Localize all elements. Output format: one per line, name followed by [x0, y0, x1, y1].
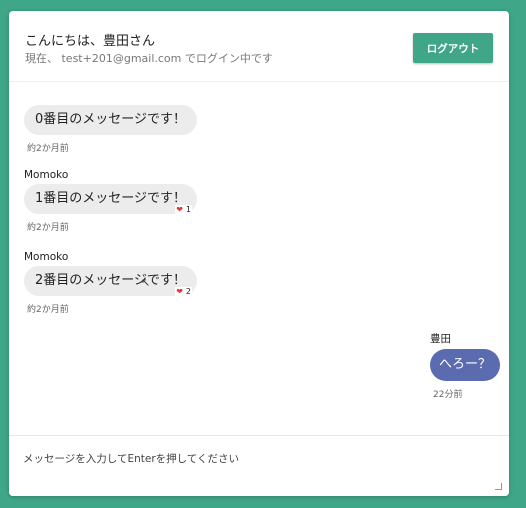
message-item: Momoko 2番目のメッセージです！ ❤ 2 約2か月前: [24, 251, 198, 315]
message-text: 1番目のメッセージです！: [35, 191, 187, 206]
message-time: 約2か月前: [27, 144, 69, 154]
like-count: 2: [185, 287, 192, 296]
like-badge[interactable]: ❤ 1: [175, 205, 193, 215]
message-time: 約2か月前: [27, 223, 69, 233]
greeting-text: こんにちは、豊田さん: [25, 34, 156, 49]
like-badge[interactable]: ❤ 2: [175, 287, 193, 297]
chat-card: こんにちは、豊田さん 現在、 test+201@gmail.com でログイン中…: [9, 11, 509, 496]
logout-button[interactable]: ログアウト: [413, 33, 493, 63]
message-bubble: 0番目のメッセージです！: [24, 105, 198, 135]
message-text: へろー？: [439, 357, 492, 372]
composer: [9, 435, 509, 496]
message-sender: 豊田: [430, 333, 451, 345]
message-bubble: 2番目のメッセージです！ ❤ 2: [24, 266, 198, 297]
message-time: 約2か月前: [27, 305, 69, 315]
message-sender: Momoko: [24, 251, 69, 263]
like-count: 1: [185, 205, 192, 214]
message-item: Momoko 1番目のメッセージです！ ❤ 1 約2か月前: [24, 169, 198, 233]
message-item-mine: 豊田 へろー？ 22分前: [430, 331, 501, 400]
heart-icon: ❤: [176, 287, 183, 296]
message-bubble: へろー？: [430, 349, 501, 381]
message-time: 22分前: [433, 390, 463, 400]
message-text: 0番目のメッセージです！: [35, 112, 187, 127]
message-list: 0番目のメッセージです！ 約2か月前 Momoko 1番目のメッセージです！ ❤…: [9, 82, 509, 434]
resize-grip-icon[interactable]: [495, 483, 502, 490]
login-info-text: 現在、 test+201@gmail.com でログイン中です: [25, 52, 273, 65]
heart-icon: ❤: [176, 205, 183, 214]
message-sender: Momoko: [24, 169, 69, 181]
mouse-pointer-icon: ↖: [141, 276, 151, 289]
chat-header: こんにちは、豊田さん 現在、 test+201@gmail.com でログイン中…: [9, 11, 509, 82]
message-text: 2番目のメッセージです！: [35, 273, 187, 288]
message-bubble: 1番目のメッセージです！ ❤ 1: [24, 184, 198, 215]
message-input[interactable]: [9, 436, 509, 496]
message-item: 0番目のメッセージです！ 約2か月前: [24, 105, 198, 154]
